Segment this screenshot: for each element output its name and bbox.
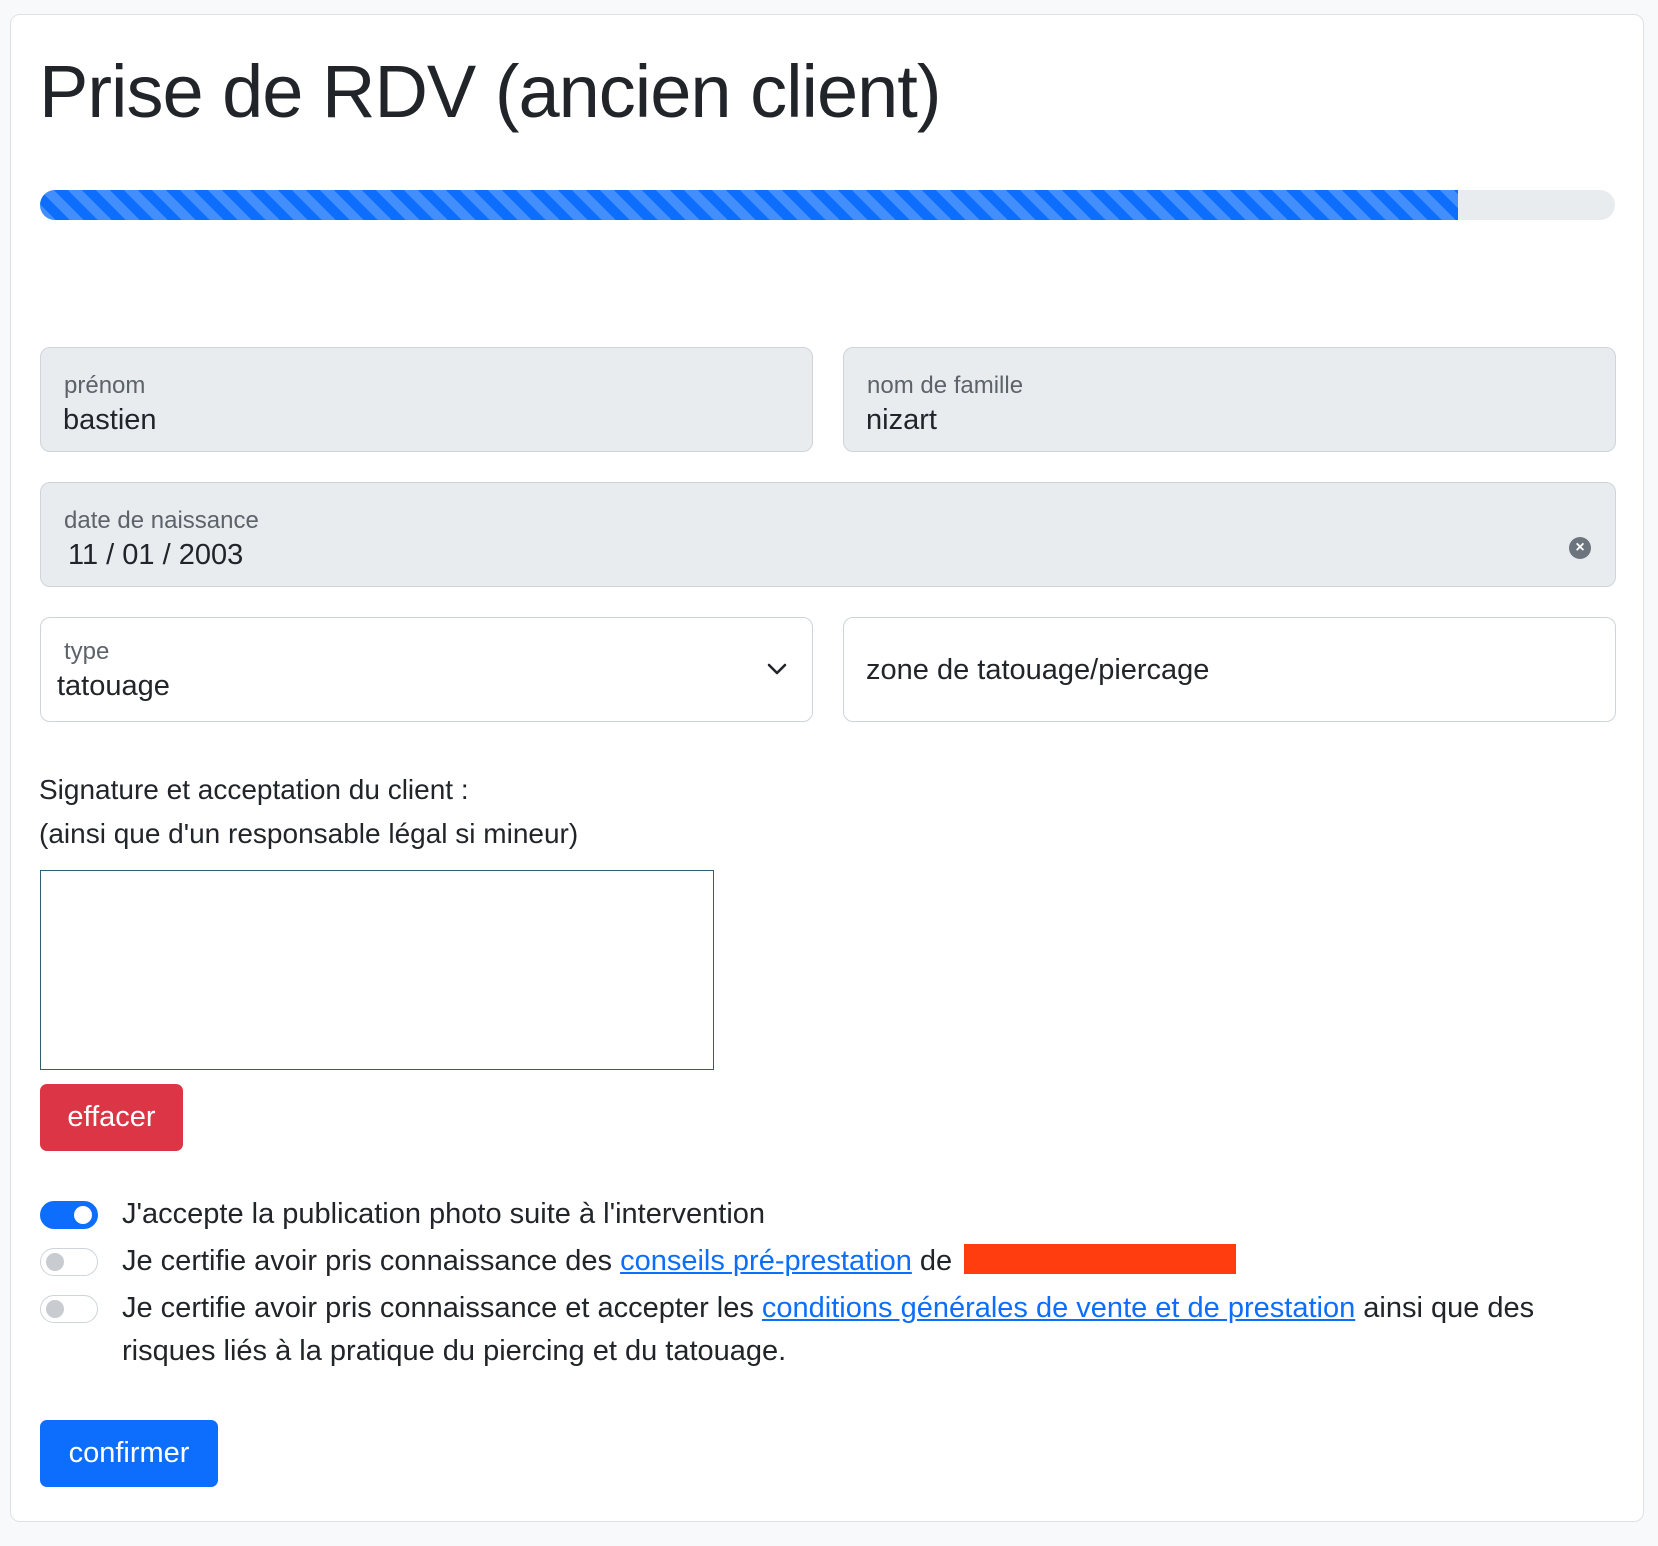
confirm-button[interactable]: confirmer bbox=[40, 1420, 218, 1487]
advice-link[interactable]: conseils pré-prestation bbox=[620, 1245, 912, 1277]
chevron-down-icon bbox=[767, 663, 787, 675]
zone-input[interactable]: zone de tatouage/piercage bbox=[843, 617, 1616, 722]
form-card: Prise de RDV (ancien client) prénom bast… bbox=[10, 14, 1644, 1522]
advice-text-after: de bbox=[911, 1245, 953, 1277]
switch-knob bbox=[46, 1300, 64, 1318]
advice-consent-switch[interactable] bbox=[40, 1248, 98, 1276]
type-value: tatouage bbox=[57, 670, 170, 702]
birth-date-label: date de naissance bbox=[64, 507, 259, 534]
first-name-label: prénom bbox=[64, 372, 146, 399]
progress-bar-track bbox=[40, 190, 1615, 220]
terms-consent-label: Je certifie avoir pris connaissance et a… bbox=[122, 1287, 1622, 1373]
first-name-field[interactable]: prénom bastien bbox=[40, 347, 813, 452]
terms-text-before: Je certifie avoir pris connaissance et a… bbox=[122, 1292, 762, 1324]
terms-link[interactable]: conditions générales de vente et de pres… bbox=[762, 1292, 1355, 1324]
signature-line-1: Signature et acceptation du client : bbox=[39, 774, 469, 805]
birth-date-field[interactable]: date de naissance 11 / 01 / 2003 × bbox=[40, 482, 1616, 587]
progress-bar-fill bbox=[40, 190, 1458, 220]
switch-knob bbox=[46, 1253, 64, 1271]
terms-consent-switch[interactable] bbox=[40, 1295, 98, 1323]
signature-pad[interactable] bbox=[40, 870, 714, 1070]
switch-knob bbox=[74, 1206, 92, 1224]
advice-consent-label: Je certifie avoir pris connaissance des … bbox=[122, 1240, 1237, 1283]
page-title: Prise de RDV (ancien client) bbox=[39, 50, 941, 133]
advice-text-before: Je certifie avoir pris connaissance des bbox=[122, 1245, 621, 1277]
birth-date-value: 11 / 01 / 2003 bbox=[68, 539, 244, 571]
clear-signature-button[interactable]: effacer bbox=[40, 1084, 183, 1151]
signature-instructions: Signature et acceptation du client : (ai… bbox=[39, 768, 578, 856]
photo-consent-label: J'accepte la publication photo suite à l… bbox=[122, 1198, 766, 1230]
first-name-value: bastien bbox=[63, 404, 157, 436]
photo-consent-switch[interactable] bbox=[40, 1201, 98, 1229]
type-label: type bbox=[64, 638, 110, 665]
redacted-name bbox=[964, 1244, 1237, 1274]
signature-line-2: (ainsi que d'un responsable légal si min… bbox=[39, 818, 579, 849]
type-select[interactable]: type tatouage bbox=[40, 617, 813, 722]
last-name-label: nom de famille bbox=[867, 372, 1024, 399]
last-name-field[interactable]: nom de famille nizart bbox=[843, 347, 1616, 452]
last-name-value: nizart bbox=[866, 404, 937, 436]
clear-circle-icon[interactable]: × bbox=[1569, 537, 1591, 559]
zone-placeholder: zone de tatouage/piercage bbox=[866, 654, 1210, 686]
